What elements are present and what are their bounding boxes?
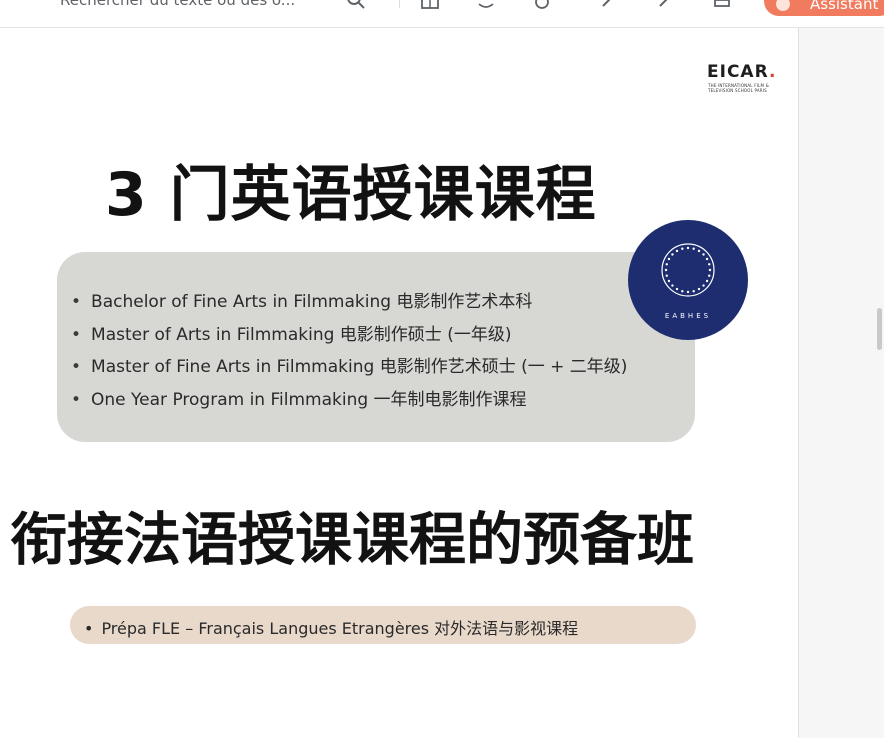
eabhes-seal: EABHES [628, 220, 748, 340]
seal-star [692, 247, 695, 250]
list-item: Master of Fine Arts in Filmmaking 电影制作艺术… [71, 351, 627, 384]
seal-star [664, 268, 668, 272]
seal-star [697, 249, 701, 253]
toolbar-divider [399, 0, 400, 8]
assistant-icon [776, 0, 790, 11]
seal-star [675, 287, 679, 291]
seal-star [681, 247, 684, 250]
seal-star [675, 249, 679, 253]
seal-star [702, 284, 705, 287]
seal-star [671, 284, 674, 287]
list-item: One Year Program in Filmmaking 一年制电影制作课程 [71, 384, 627, 417]
seal-star [686, 246, 690, 250]
search-icon[interactable] [346, 0, 366, 10]
seal-star [708, 274, 711, 277]
seal-star [686, 290, 690, 294]
highlight-icon[interactable] [656, 0, 676, 10]
list-item: Master of Arts in Filmmaking 电影制作硕士 (一年级… [71, 319, 627, 352]
search-input[interactable]: Rechercher du texte ou des o... [60, 0, 295, 9]
seal-star [697, 287, 701, 291]
seal-star [702, 253, 705, 256]
svg-text:EABHES: EABHES [665, 312, 711, 320]
seal-star [681, 290, 684, 293]
seal-star [692, 290, 695, 293]
grid-view-icon[interactable] [420, 0, 440, 10]
draw-icon[interactable] [600, 0, 620, 10]
eicar-logo: EICAR. [707, 62, 777, 82]
list-item: Bachelor of Fine Arts in Filmmaking 电影制作… [71, 286, 627, 319]
english-courses-title: 3 门英语授课课程 [105, 160, 597, 230]
seal-star [667, 279, 671, 283]
eicar-logo-subtitle: The International Film & Television Scho… [708, 83, 769, 93]
french-prep-box: Prépa FLE – Français Langues Etrangères … [70, 606, 696, 644]
read-aloud-icon[interactable] [476, 0, 496, 10]
french-prep-title: 衔接法语授课课程的预备班 [10, 507, 694, 573]
seal-star [708, 268, 712, 272]
erase-icon[interactable] [712, 0, 732, 10]
seal-star [708, 263, 711, 266]
seal-star [665, 263, 668, 266]
seal-star [705, 279, 709, 283]
list-item: Prépa FLE – Français Langues Etrangères … [84, 615, 578, 639]
translate-icon[interactable] [532, 0, 552, 10]
seal-star [665, 274, 668, 277]
seal-star [671, 253, 674, 256]
viewer-toolbar: Rechercher du texte ou des o... Assistan… [0, 0, 884, 28]
english-courses-list: Bachelor of Fine Arts in Filmmaking 电影制作… [71, 286, 627, 416]
stars-ring-icon: EABHES [661, 243, 715, 320]
seal-star [705, 257, 709, 261]
assistant-button[interactable]: Assistant [764, 0, 884, 16]
scrollbar-thumb[interactable] [877, 308, 882, 350]
assistant-label: Assistant [810, 0, 879, 13]
seal-star [667, 257, 671, 261]
english-courses-box: Bachelor of Fine Arts in Filmmaking 电影制作… [57, 252, 695, 442]
viewer-gutter [799, 28, 884, 738]
